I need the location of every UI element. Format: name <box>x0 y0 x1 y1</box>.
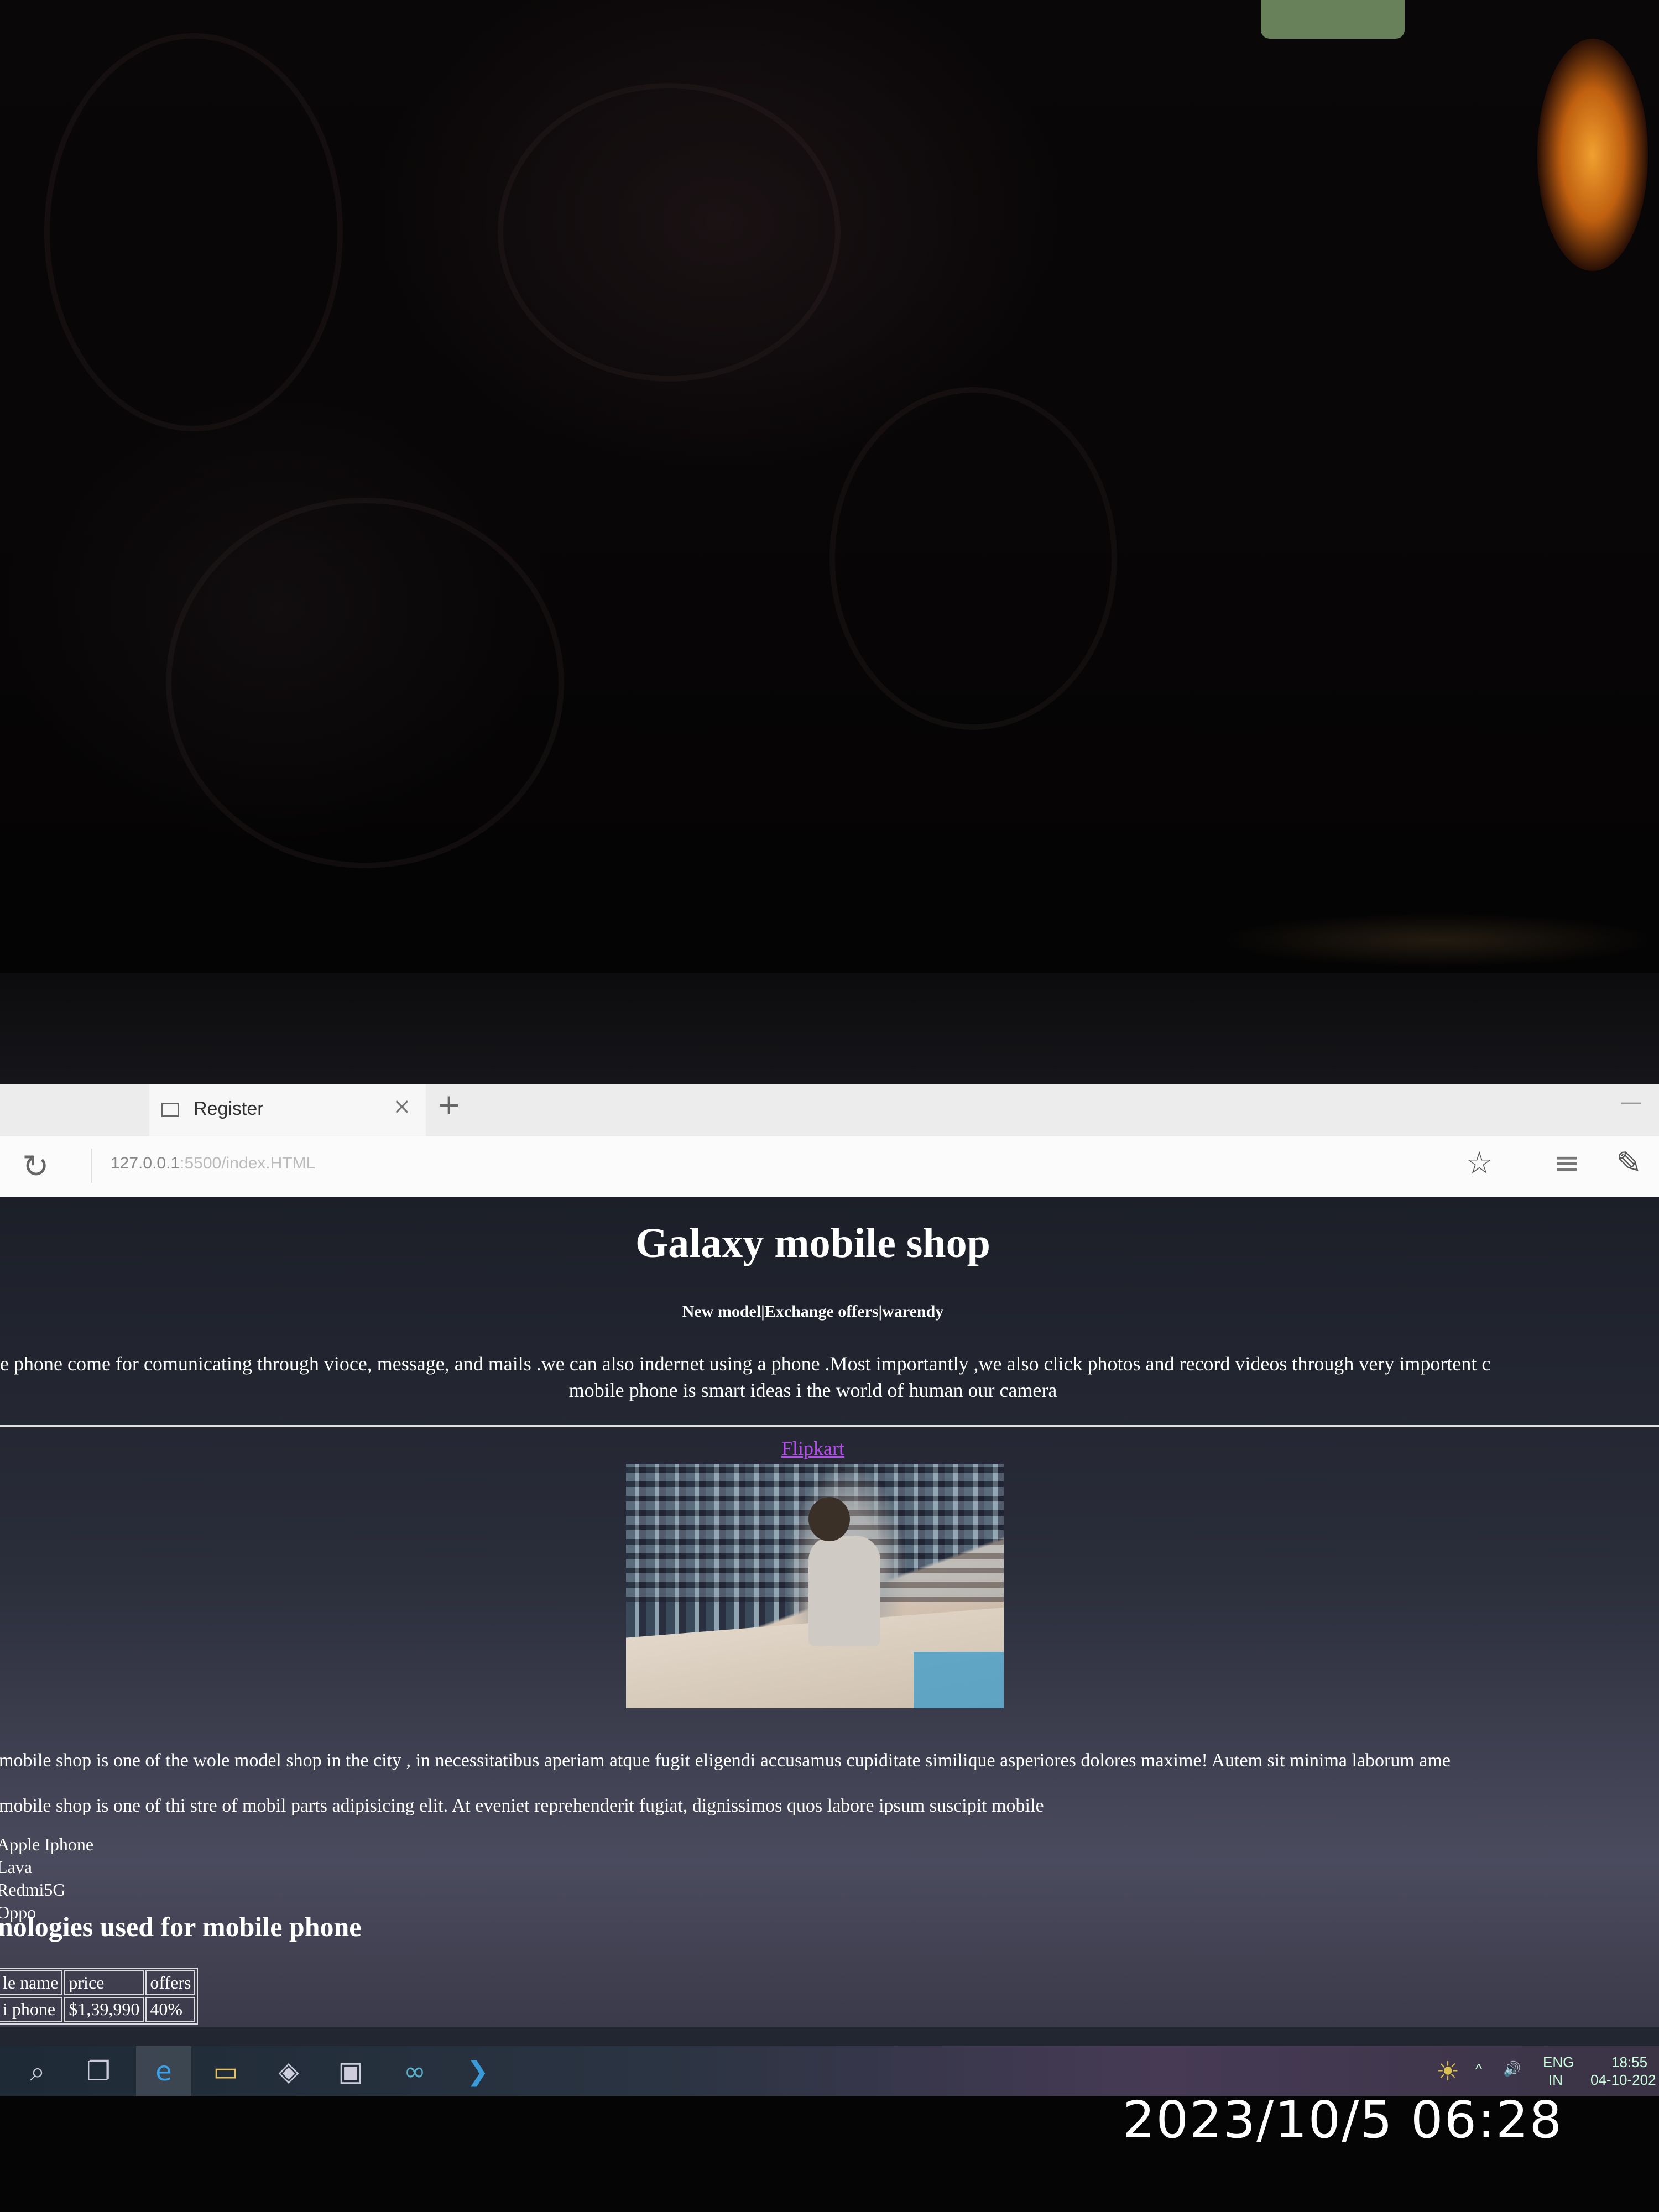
price-table: le name price offers i phone $1,39,990 4… <box>0 1968 199 2025</box>
search-icon[interactable]: ⌕ <box>22 2056 53 2087</box>
address-host: 127.0.0.1 <box>111 1154 180 1172</box>
intro-text-line-2: mobile phone is smart ideas i the world … <box>568 1379 1057 1401</box>
edge-browser-icon[interactable]: e <box>148 2056 179 2087</box>
web-note-icon[interactable]: ✎ <box>1616 1145 1642 1181</box>
hub-icon[interactable]: ≡ <box>1554 1145 1580 1181</box>
browser-tab-bar: Register × + — <box>0 1084 1659 1136</box>
shop-photo <box>626 1464 1004 1708</box>
table-cell: $1,39,990 <box>64 1997 144 2022</box>
browser-tab[interactable]: Register × <box>149 1084 426 1136</box>
table-glow <box>1217 912 1659 968</box>
horizontal-rule <box>0 1425 1659 1427</box>
customer-head <box>808 1497 850 1541</box>
address-bar[interactable]: 127.0.0.1:5500/index.HTML <box>111 1154 315 1173</box>
tab-title: Register <box>194 1098 264 1119</box>
divider <box>91 1149 92 1183</box>
close-icon[interactable]: × <box>393 1094 411 1119</box>
curtain-pattern <box>166 498 564 868</box>
clock-time[interactable]: 18:55 <box>1611 2054 1647 2071</box>
flipkart-link[interactable]: Flipkart <box>0 1437 1626 1460</box>
volume-icon[interactable]: 🔊 <box>1503 2060 1521 2078</box>
browser-nav-bar: ↻ 127.0.0.1:5500/index.HTML ☆ ≡ ✎ <box>0 1136 1659 1198</box>
file-explorer-icon[interactable]: ▭ <box>210 2056 241 2087</box>
weather-icon[interactable]: ☀ <box>1432 2056 1463 2087</box>
table-header: offers <box>145 1970 196 1995</box>
counter-base <box>914 1652 1004 1708</box>
refresh-icon[interactable]: ↻ <box>22 1147 49 1185</box>
page-title: Galaxy mobile shop <box>635 1220 990 1266</box>
table-cell: i phone <box>0 1997 63 2022</box>
shop-description-2: mobile shop is one of thi stre of mobil … <box>0 1796 1044 1816</box>
task-view-icon[interactable]: ❐ <box>83 2056 114 2087</box>
curtain-pattern <box>830 387 1117 730</box>
customer-figure <box>808 1536 880 1646</box>
table-row: i phone $1,39,990 40% <box>0 1997 196 2022</box>
list-item: Apple Iphone <box>0 1834 94 1854</box>
curtain-pattern <box>44 33 343 431</box>
language-indicator[interactable]: ENG <box>1543 2054 1574 2071</box>
page-icon <box>161 1103 179 1117</box>
region-indicator: IN <box>1548 2072 1563 2088</box>
monitor-bezel <box>0 973 1659 1084</box>
table-header: le name <box>0 1970 63 1995</box>
clock-date: 04-10-202 <box>1590 2072 1656 2088</box>
windows-taskbar: ⌕ ❐ e ▭ ◈ ▣ ∞ ❯ ☀ ^ 🔊 ENG IN 18:55 04-10… <box>0 2046 1659 2096</box>
dark-room-background <box>0 0 1659 1084</box>
list-item: Redmi5G <box>0 1880 66 1900</box>
store-icon[interactable]: ▣ <box>335 2056 366 2087</box>
page-content: Galaxy mobile shop New model|Exchange of… <box>0 1197 1659 2027</box>
address-path: :5500/index.HTML <box>180 1154 316 1172</box>
new-tab-button[interactable]: + <box>437 1088 461 1121</box>
shop-description-1: mobile shop is one of the wole model sho… <box>0 1750 1451 1771</box>
chevron-up-icon[interactable]: ^ <box>1475 2060 1482 2078</box>
favorite-star-icon[interactable]: ☆ <box>1465 1145 1493 1181</box>
table-header-row: le name price offers <box>0 1970 196 1995</box>
green-object <box>1261 0 1405 39</box>
minimize-button[interactable]: — <box>1620 1089 1642 1115</box>
section-heading: nologies used for mobile phone <box>0 1911 362 1942</box>
intro-text-line-1: le phone come for comunicating through v… <box>0 1353 1491 1375</box>
lamp-light <box>1537 39 1648 271</box>
table-cell: 40% <box>145 1997 196 2022</box>
monitor-screen: Register × + — ↻ 127.0.0.1:5500/index.HT… <box>0 1084 1659 2096</box>
vscode-icon[interactable]: ❯ <box>462 2056 493 2087</box>
sub-navigation: New model|Exchange offers|warendy <box>682 1302 944 1321</box>
table-header: price <box>64 1970 144 1995</box>
dropbox-icon[interactable]: ◈ <box>273 2056 304 2087</box>
arduino-icon[interactable]: ∞ <box>399 2056 430 2087</box>
list-item: Lava <box>0 1857 32 1877</box>
camera-timestamp: 2023/10/5 06:28 <box>1123 2090 1563 2150</box>
curtain-pattern <box>498 83 841 382</box>
